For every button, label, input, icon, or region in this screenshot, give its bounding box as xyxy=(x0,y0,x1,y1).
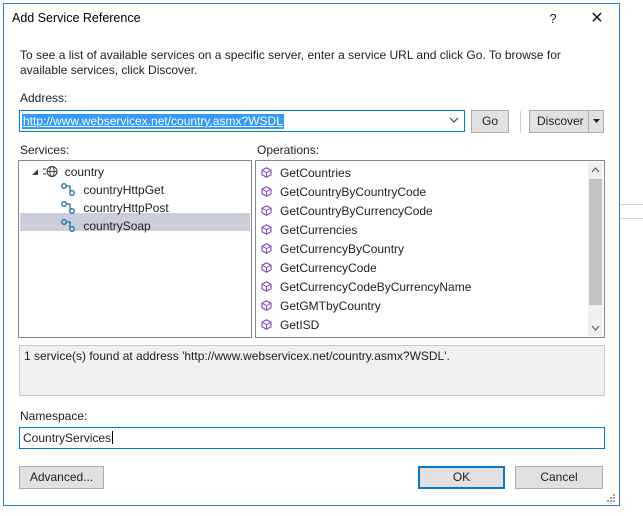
namespace-label: Namespace: xyxy=(20,409,88,423)
operation-item[interactable]: GetISD xyxy=(261,316,319,335)
scroll-down-icon[interactable] xyxy=(588,320,603,336)
address-combobox[interactable]: http://www.webservicex.net/country.asmx?… xyxy=(19,110,465,132)
operation-label: GetISD xyxy=(280,318,320,332)
service-endpoint-icon xyxy=(61,219,75,232)
tree-item-countryhttppost[interactable]: countryHttpPost xyxy=(61,199,169,217)
operation-label: GetCurrencyCodeByCurrencyName xyxy=(280,280,472,294)
advanced-button[interactable]: Advanced... xyxy=(19,466,104,489)
operation-item[interactable]: GetCountries xyxy=(261,164,351,183)
operations-label: Operations: xyxy=(257,143,320,157)
tree-root-country[interactable]: country xyxy=(31,163,104,181)
operation-label: GetCurrencyCode xyxy=(280,261,377,275)
services-label: Services: xyxy=(20,143,70,157)
address-input[interactable]: http://www.webservicex.net/country.asmx?… xyxy=(22,114,284,129)
namespace-value[interactable]: CountryServices xyxy=(23,431,113,446)
status-message-box: 1 service(s) found at address 'http://ww… xyxy=(19,345,605,396)
resize-grip-icon[interactable] xyxy=(606,493,616,503)
method-icon xyxy=(261,186,272,197)
operation-label: GetCurrencies xyxy=(280,223,358,237)
help-button[interactable]: ? xyxy=(542,8,564,30)
go-button[interactable]: Go xyxy=(471,110,509,133)
add-service-reference-dialog: Add Service Reference ? ✕ To see a list … xyxy=(3,3,620,506)
cancel-button[interactable]: Cancel xyxy=(515,466,603,489)
operation-label: GetCountryByCountryCode xyxy=(280,185,427,199)
method-icon xyxy=(261,262,272,273)
method-icon xyxy=(261,243,272,254)
operation-label: GetGMTbyCountry xyxy=(280,299,381,313)
dialog-title: Add Service Reference xyxy=(12,11,141,25)
operation-item[interactable]: GetCurrencyCode xyxy=(261,259,377,278)
method-icon xyxy=(261,319,272,330)
operation-label: GetCurrencyByCountry xyxy=(280,242,405,256)
discover-split-button[interactable]: Discover xyxy=(529,110,604,133)
namespace-input[interactable]: CountryServices xyxy=(19,427,605,449)
discover-dropdown-arrow[interactable] xyxy=(588,111,603,132)
address-label: Address: xyxy=(20,91,68,105)
globe-icon xyxy=(43,166,58,177)
tree-item-label: countryHttpGet xyxy=(83,183,165,197)
close-button[interactable]: ✕ xyxy=(584,8,610,30)
service-endpoint-icon xyxy=(61,183,75,196)
operation-item[interactable]: GetCurrencyByCountry xyxy=(261,240,404,259)
scrollbar-thumb[interactable] xyxy=(589,179,602,305)
operation-item[interactable]: GetCountryByCountryCode xyxy=(261,183,426,202)
operation-label: GetCountries xyxy=(280,166,351,180)
method-icon xyxy=(261,205,272,216)
operation-item[interactable]: GetGMTbyCountry xyxy=(261,297,381,316)
tree-item-countryhttpget[interactable]: countryHttpGet xyxy=(61,181,164,199)
operation-item[interactable]: GetCountryByCurrencyCode xyxy=(261,202,433,221)
method-icon xyxy=(261,167,272,178)
ok-button[interactable]: OK xyxy=(418,466,505,489)
status-message: 1 service(s) found at address 'http://ww… xyxy=(24,349,450,363)
tree-item-label: countrySoap xyxy=(83,219,151,233)
operations-scrollbar[interactable] xyxy=(588,162,603,336)
method-icon xyxy=(261,224,272,235)
method-icon xyxy=(261,281,272,292)
tree-item-label: countryHttpPost xyxy=(83,201,169,215)
caret-down-icon xyxy=(593,119,600,123)
operation-item[interactable]: GetCurrencies xyxy=(261,221,357,240)
tree-root-label: country xyxy=(64,165,105,179)
tree-item-countrysoap[interactable]: countrySoap xyxy=(61,217,151,235)
services-tree[interactable]: country countryHttpGet countryHttpPost c… xyxy=(18,160,252,338)
scroll-up-icon[interactable] xyxy=(588,162,603,178)
toolbar-separator xyxy=(520,111,521,133)
operation-label: GetCountryByCurrencyCode xyxy=(280,204,433,218)
service-endpoint-icon xyxy=(61,201,75,214)
chevron-down-icon[interactable] xyxy=(447,113,461,129)
operation-item[interactable]: GetCurrencyCodeByCurrencyName xyxy=(261,278,471,297)
method-icon xyxy=(261,300,272,311)
discover-button-label[interactable]: Discover xyxy=(537,114,584,128)
instructions-text: To see a list of available services on a… xyxy=(20,48,561,77)
operations-list[interactable]: GetCountries GetCountryByCountryCode GetCo… xyxy=(255,160,605,338)
title-bar: Add Service Reference ? ✕ xyxy=(4,4,619,33)
expander-icon[interactable] xyxy=(31,168,39,176)
